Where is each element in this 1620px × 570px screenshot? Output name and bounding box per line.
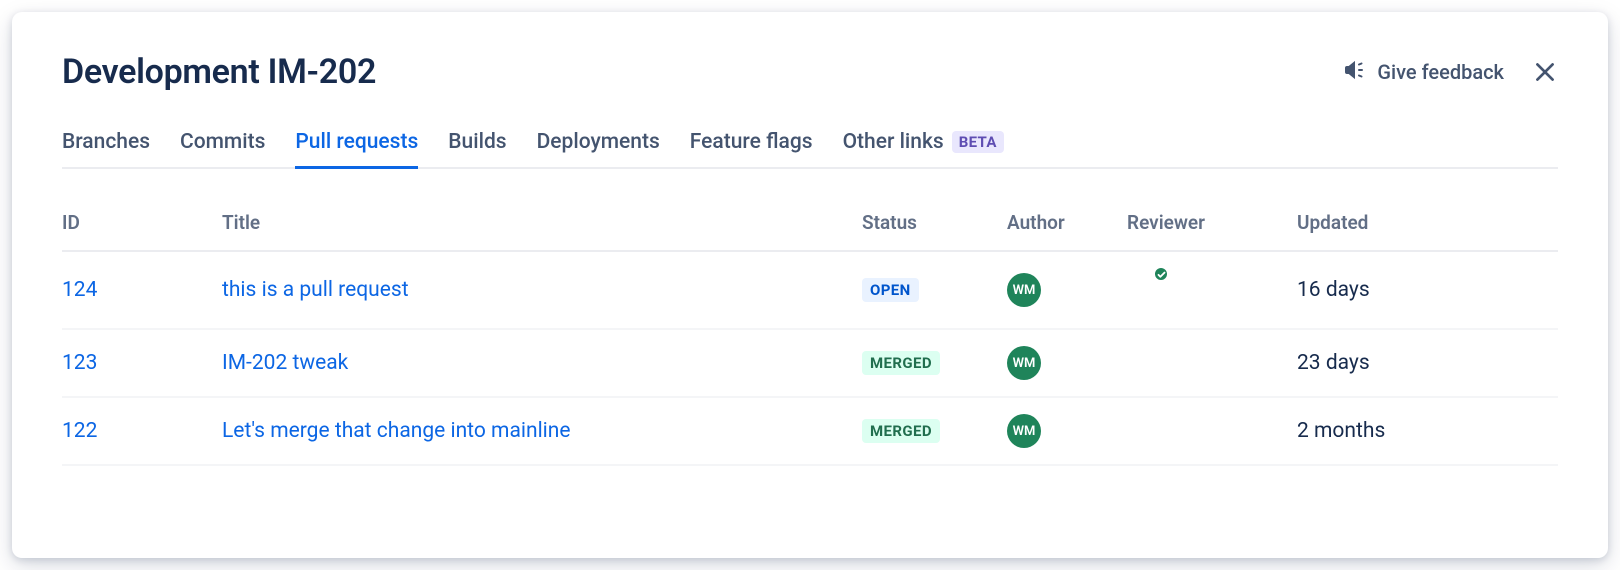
table-body: 124 this is a pull request OPEN WM 16 da…	[62, 252, 1558, 466]
page-title: Development IM-202	[62, 52, 376, 92]
status-badge: OPEN	[862, 278, 919, 302]
col-title: Title	[222, 211, 862, 234]
pr-id-link[interactable]: 122	[62, 419, 97, 443]
author-avatar[interactable]: WM	[1007, 273, 1041, 307]
col-reviewer: Reviewer	[1127, 211, 1297, 234]
status-badge: MERGED	[862, 419, 940, 443]
pr-id-link[interactable]: 123	[62, 351, 97, 375]
pr-title-link[interactable]: IM-202 tweak	[222, 351, 348, 375]
give-feedback-button[interactable]: Give feedback	[1343, 58, 1504, 87]
col-updated: Updated	[1297, 211, 1558, 234]
tab-label: Deployments	[537, 130, 660, 154]
tab-pull-requests[interactable]: Pull requests	[295, 130, 418, 169]
development-panel: Development IM-202 Give feedback Branche…	[12, 12, 1608, 558]
table-header: ID Title Status Author Reviewer Updated	[62, 211, 1558, 252]
reviewer-avatar[interactable]	[1127, 268, 1167, 308]
close-icon[interactable]	[1532, 59, 1558, 85]
pr-title-link[interactable]: Let's merge that change into mainline	[222, 419, 571, 443]
tab-builds[interactable]: Builds	[448, 130, 506, 169]
table-row: 124 this is a pull request OPEN WM 16 da…	[62, 252, 1558, 330]
updated-text: 2 months	[1297, 419, 1558, 443]
tab-deployments[interactable]: Deployments	[537, 130, 660, 169]
tab-branches[interactable]: Branches	[62, 130, 150, 169]
col-id: ID	[62, 211, 222, 234]
tab-label: Other links	[843, 130, 944, 154]
tab-label: Pull requests	[295, 130, 418, 154]
updated-text: 16 days	[1297, 278, 1558, 302]
panel-header: Development IM-202 Give feedback	[62, 52, 1558, 92]
pr-id-link[interactable]: 124	[62, 278, 97, 302]
updated-text: 23 days	[1297, 351, 1558, 375]
tab-label: Branches	[62, 130, 150, 154]
status-badge: MERGED	[862, 351, 940, 375]
tab-other-links[interactable]: Other links BETA	[843, 130, 1004, 169]
tab-bar: Branches Commits Pull requests Builds De…	[62, 130, 1558, 169]
approved-check-icon	[1153, 266, 1169, 282]
table-row: 122 Let's merge that change into mainlin…	[62, 398, 1558, 466]
pull-requests-table: ID Title Status Author Reviewer Updated …	[62, 211, 1558, 466]
table-row: 123 IM-202 tweak MERGED WM 23 days	[62, 330, 1558, 398]
author-avatar[interactable]: WM	[1007, 346, 1041, 380]
tab-feature-flags[interactable]: Feature flags	[690, 130, 813, 169]
tab-label: Commits	[180, 130, 265, 154]
tab-label: Builds	[448, 130, 506, 154]
give-feedback-label: Give feedback	[1377, 60, 1504, 84]
author-avatar[interactable]: WM	[1007, 414, 1041, 448]
tab-label: Feature flags	[690, 130, 813, 154]
header-actions: Give feedback	[1343, 58, 1558, 87]
beta-badge: BETA	[952, 131, 1004, 153]
tab-commits[interactable]: Commits	[180, 130, 265, 169]
col-author: Author	[1007, 211, 1127, 234]
megaphone-icon	[1343, 58, 1367, 87]
col-status: Status	[862, 211, 1007, 234]
pr-title-link[interactable]: this is a pull request	[222, 278, 409, 302]
